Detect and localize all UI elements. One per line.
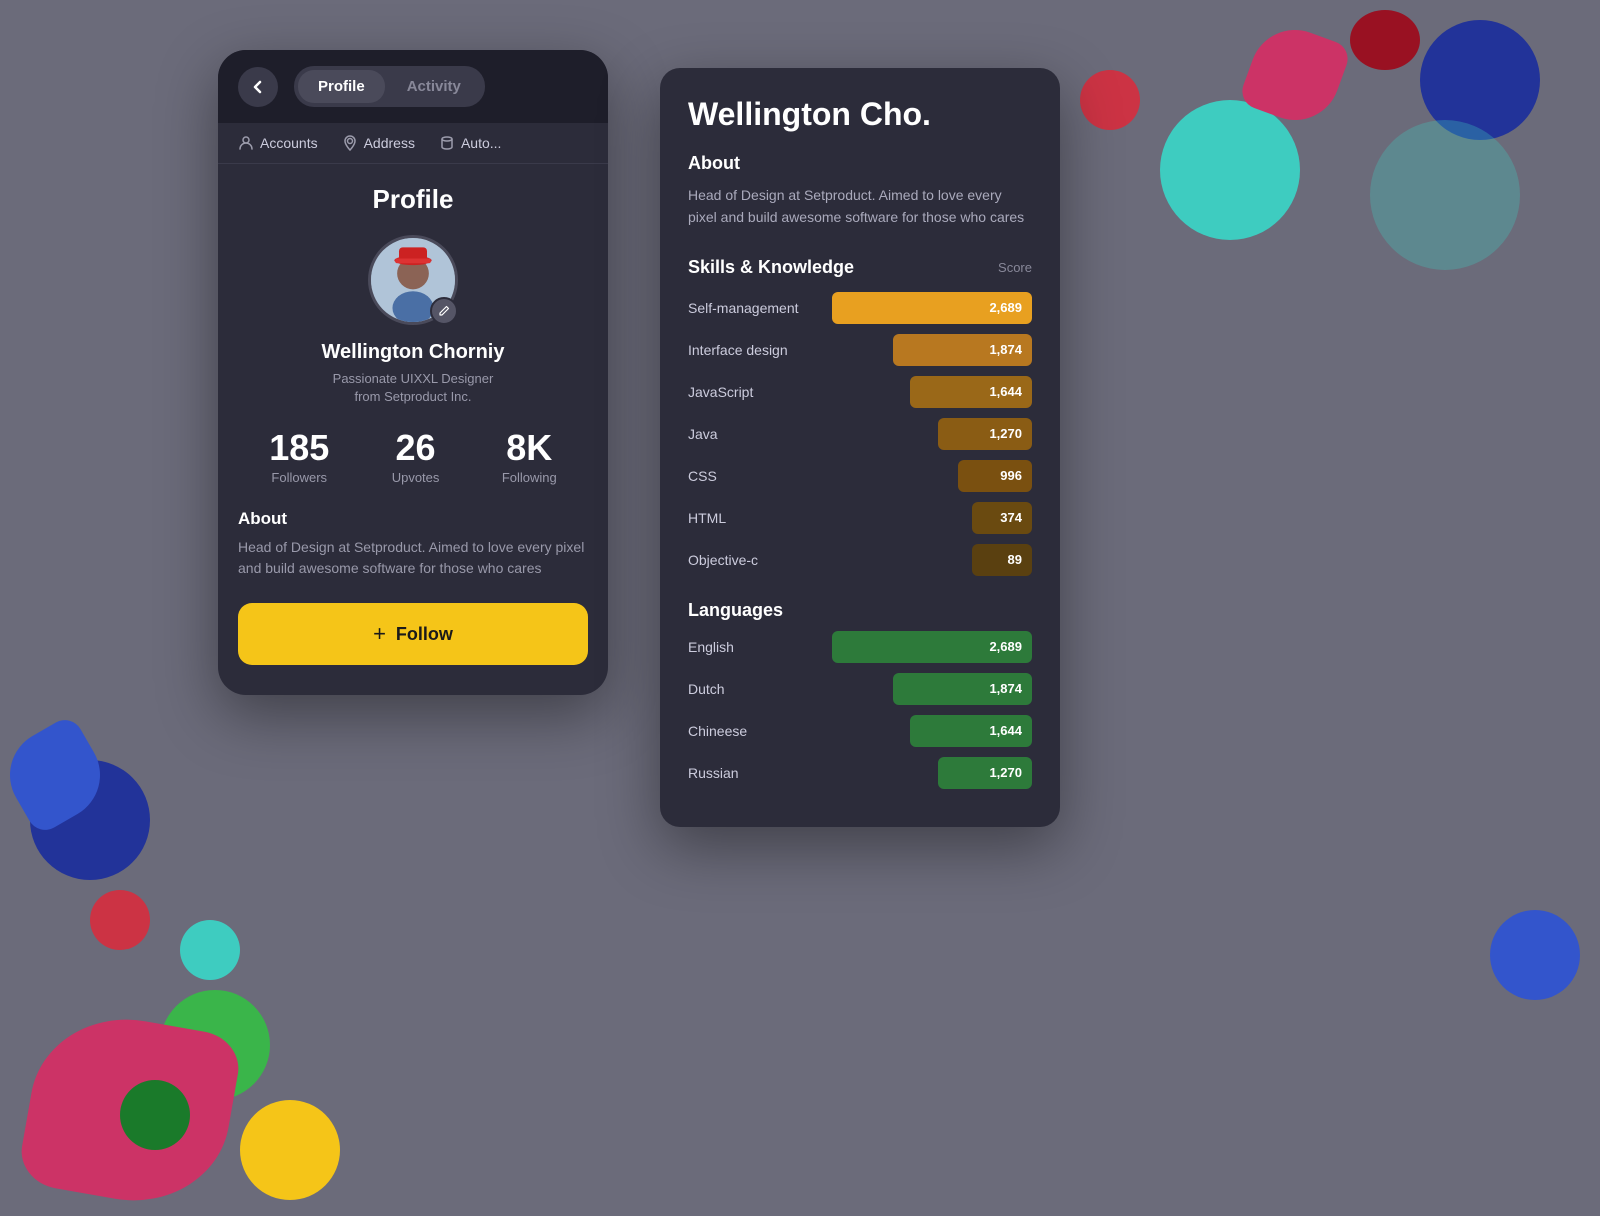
follow-label: Follow bbox=[396, 624, 453, 645]
stat-followers: 185 Followers bbox=[269, 430, 329, 485]
cylinder-icon bbox=[439, 135, 455, 151]
user-bio: Passionate UIXXL Designer from Setproduc… bbox=[238, 370, 588, 406]
skill-bar: 996 bbox=[958, 460, 1032, 492]
skill-name: HTML bbox=[688, 510, 828, 526]
skill-row: Java 1,270 bbox=[688, 418, 1032, 450]
upvotes-number: 26 bbox=[392, 430, 440, 466]
following-number: 8K bbox=[502, 430, 557, 466]
upvotes-label: Upvotes bbox=[392, 470, 440, 485]
skills-header: Skills & Knowledge Score bbox=[688, 257, 1032, 278]
skill-name: Objective-c bbox=[688, 552, 828, 568]
score-label: Score bbox=[998, 260, 1032, 275]
blob-pink-bottom bbox=[16, 1004, 244, 1216]
languages-section: Languages English 2,689 Dutch 1,874 Chin… bbox=[688, 600, 1032, 789]
skill-row: HTML 374 bbox=[688, 502, 1032, 534]
language-name: Dutch bbox=[688, 681, 828, 697]
skill-row: JavaScript 1,644 bbox=[688, 376, 1032, 408]
about-text: Head of Design at Setproduct. Aimed to l… bbox=[238, 537, 588, 579]
pin-icon bbox=[342, 135, 358, 151]
about-section: About Head of Design at Setproduct. Aime… bbox=[238, 509, 588, 579]
avatar-container bbox=[238, 235, 588, 325]
stats-row: 185 Followers 26 Upvotes 8K Following bbox=[238, 430, 588, 485]
sub-nav-auto[interactable]: Auto... bbox=[439, 135, 501, 151]
language-row: Chineese 1,644 bbox=[688, 715, 1032, 747]
detail-about-title: About bbox=[688, 153, 1032, 174]
language-name: Chineese bbox=[688, 723, 828, 739]
stat-upvotes: 26 Upvotes bbox=[392, 430, 440, 485]
tab-profile[interactable]: Profile bbox=[298, 70, 385, 103]
language-bar: 1,644 bbox=[910, 715, 1032, 747]
blob-teal-top-right bbox=[1160, 100, 1300, 240]
about-title: About bbox=[238, 509, 588, 529]
detail-name: Wellington Cho. bbox=[688, 96, 1032, 133]
following-label: Following bbox=[502, 470, 557, 485]
back-button[interactable] bbox=[238, 67, 278, 107]
blob-blue-right-bottom bbox=[1490, 910, 1580, 1000]
skill-bar: 2,689 bbox=[832, 292, 1032, 324]
skill-bar: 1,644 bbox=[910, 376, 1032, 408]
blob-teal-far-right bbox=[1370, 120, 1520, 270]
phone-header: Profile Activity bbox=[218, 50, 608, 123]
tab-group: Profile Activity bbox=[294, 66, 485, 107]
language-row: Russian 1,270 bbox=[688, 757, 1032, 789]
blob-red-bottom-left bbox=[90, 890, 150, 950]
language-bar: 2,689 bbox=[832, 631, 1032, 663]
blob-green-bottom-left bbox=[160, 990, 270, 1100]
language-bar: 1,270 bbox=[938, 757, 1032, 789]
language-bar: 1,874 bbox=[893, 673, 1032, 705]
blob-darkred-top bbox=[1350, 10, 1420, 70]
blob-navy-left bbox=[30, 760, 150, 880]
profile-title: Profile bbox=[238, 184, 588, 215]
language-row: Dutch 1,874 bbox=[688, 673, 1032, 705]
language-name: English bbox=[688, 639, 828, 655]
profile-body: Profile bbox=[218, 164, 608, 695]
blob-pink-top-right bbox=[1237, 17, 1352, 132]
language-name: Russian bbox=[688, 765, 828, 781]
skills-title: Skills & Knowledge bbox=[688, 257, 854, 278]
sub-nav-address[interactable]: Address bbox=[342, 135, 415, 151]
blob-darkgreen-bottom bbox=[120, 1080, 190, 1150]
sub-nav-accounts-label: Accounts bbox=[260, 135, 318, 151]
phone-card: Profile Activity Accounts Address Auto.. bbox=[218, 50, 608, 695]
skill-row: CSS 996 bbox=[688, 460, 1032, 492]
blob-yellow-bottom bbox=[240, 1100, 340, 1200]
sub-nav-address-label: Address bbox=[364, 135, 415, 151]
detail-panel: Wellington Cho. About Head of Design at … bbox=[660, 68, 1060, 827]
tab-activity[interactable]: Activity bbox=[387, 70, 481, 103]
follow-button[interactable]: + Follow bbox=[238, 603, 588, 665]
edit-badge[interactable] bbox=[430, 297, 458, 325]
user-icon bbox=[238, 135, 254, 151]
follow-plus-icon: + bbox=[373, 621, 386, 647]
sub-nav-auto-label: Auto... bbox=[461, 135, 501, 151]
skill-bar: 1,270 bbox=[938, 418, 1032, 450]
skill-bar: 89 bbox=[972, 544, 1032, 576]
blob-blue-left bbox=[0, 714, 116, 837]
skill-name: CSS bbox=[688, 468, 828, 484]
skill-name: Java bbox=[688, 426, 828, 442]
blob-navy-right bbox=[1420, 20, 1540, 140]
skill-row: Objective-c 89 bbox=[688, 544, 1032, 576]
followers-number: 185 bbox=[269, 430, 329, 466]
skill-name: Self-management bbox=[688, 300, 828, 316]
skill-bar: 374 bbox=[972, 502, 1032, 534]
languages-list: English 2,689 Dutch 1,874 Chineese 1,644… bbox=[688, 631, 1032, 789]
stat-following: 8K Following bbox=[502, 430, 557, 485]
skill-row: Self-management 2,689 bbox=[688, 292, 1032, 324]
skills-list: Self-management 2,689 Interface design 1… bbox=[688, 292, 1032, 576]
skill-bar: 1,874 bbox=[893, 334, 1032, 366]
blob-teal-left-bottom bbox=[180, 920, 240, 980]
sub-nav-accounts[interactable]: Accounts bbox=[238, 135, 318, 151]
sub-nav: Accounts Address Auto... bbox=[218, 123, 608, 164]
detail-about-text: Head of Design at Setproduct. Aimed to l… bbox=[688, 184, 1032, 229]
language-row: English 2,689 bbox=[688, 631, 1032, 663]
blob-red-top-right bbox=[1080, 70, 1140, 130]
followers-label: Followers bbox=[269, 470, 329, 485]
skill-row: Interface design 1,874 bbox=[688, 334, 1032, 366]
skill-name: Interface design bbox=[688, 342, 828, 358]
languages-title: Languages bbox=[688, 600, 1032, 621]
user-name: Wellington Chorniy bbox=[238, 341, 588, 364]
skill-name: JavaScript bbox=[688, 384, 828, 400]
